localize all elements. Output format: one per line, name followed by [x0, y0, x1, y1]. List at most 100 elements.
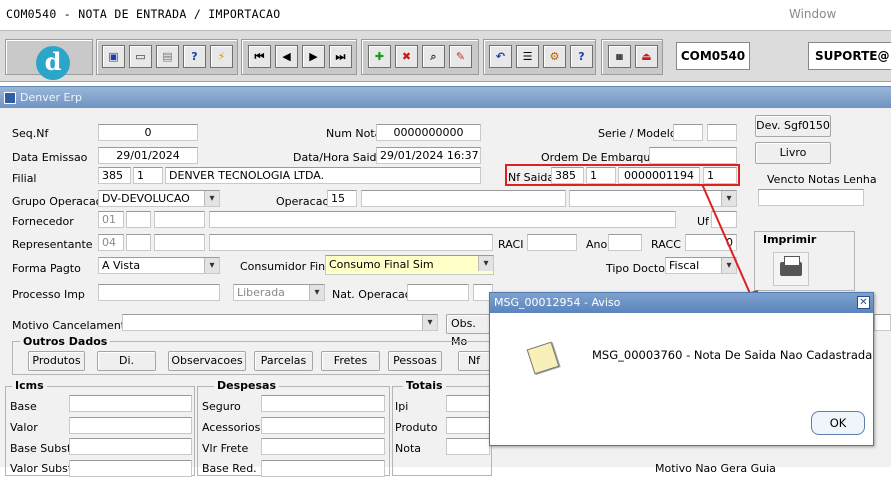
despesas-title: Despesas	[214, 379, 279, 392]
fornecedor-code-field[interactable]	[126, 211, 151, 228]
motivo-cancelamento-select[interactable]	[122, 314, 438, 331]
user-name: SUPORTE@	[808, 42, 891, 70]
obs-motivo-field[interactable]	[874, 314, 891, 331]
delete-record-icon[interactable]: ✖	[395, 45, 418, 68]
inner-window-title: Denver Erp	[20, 91, 82, 104]
representante-id-field[interactable]	[154, 234, 205, 251]
base-red-field[interactable]	[261, 460, 385, 477]
vencto-notas-lenha-field[interactable]	[758, 189, 864, 206]
icms-base-field[interactable]	[69, 395, 192, 412]
acessorios-field[interactable]	[261, 417, 385, 434]
clipboard-icon[interactable]: ☰	[516, 45, 539, 68]
help-icon[interactable]: ?	[570, 45, 593, 68]
ano-field[interactable]	[608, 234, 642, 251]
menu-icon[interactable]: ▦	[608, 45, 631, 68]
filial-name-field[interactable]: DENVER TECNOLOGIA LTDA.	[165, 167, 481, 184]
window-titlebar: COM0540 - NOTA DE ENTRADA / IMPORTACAO W…	[0, 0, 891, 30]
representante-type-field[interactable]: 04	[98, 234, 124, 251]
ordem-embarque-field[interactable]	[649, 147, 737, 164]
icms-base-label: Base	[10, 400, 37, 413]
produtos-button[interactable]: Produtos	[28, 351, 85, 371]
close-icon[interactable]: ✕	[857, 296, 870, 309]
operacao-code-field[interactable]: 15	[327, 190, 357, 207]
motivo-cancelamento-label: Motivo Cancelamento	[12, 319, 132, 332]
operacao-name-field[interactable]	[361, 190, 566, 207]
consumidor-final-select[interactable]: Consumo Final Sim	[325, 255, 494, 275]
num-nota-field[interactable]: 0000000000	[376, 124, 481, 141]
exit-icon[interactable]: ⏏	[635, 45, 658, 68]
icms-valor-field[interactable]	[69, 417, 192, 434]
last-record-icon[interactable]: ⏭	[329, 45, 352, 68]
fornecedor-name-field[interactable]	[209, 211, 676, 228]
icms-base-subst-field[interactable]	[69, 438, 192, 455]
observacoes-button[interactable]: Observacoes	[168, 351, 246, 371]
nota-field[interactable]	[446, 438, 490, 455]
execute-icon[interactable]: ⚡	[210, 45, 233, 68]
tipo-docto-label: Tipo Docto	[606, 262, 665, 275]
representante-name-field[interactable]	[209, 234, 493, 251]
filial-num-field[interactable]: 1	[133, 167, 163, 184]
icms-valor-subst-field[interactable]	[69, 460, 192, 477]
vlr-frete-field[interactable]	[261, 438, 385, 455]
produto-field[interactable]	[446, 417, 490, 434]
tools-icon[interactable]: ⚙	[543, 45, 566, 68]
processo-status-select[interactable]: Liberada	[233, 284, 325, 301]
dialog-title: MSG_00012954 - Aviso	[494, 296, 621, 309]
raci-label: RACI	[498, 238, 524, 251]
save-icon[interactable]: ▣	[102, 45, 125, 68]
processo-imp-field[interactable]	[98, 284, 220, 301]
ok-button[interactable]: OK	[811, 411, 865, 435]
ipi-field[interactable]	[446, 395, 490, 412]
parcelas-button[interactable]: Parcelas	[254, 351, 313, 371]
form-code: COM0540	[676, 42, 750, 70]
utility-tool-group: ↶ ☰ ⚙ ?	[483, 39, 596, 75]
fornecedor-label: Fornecedor	[12, 215, 74, 228]
filial-label: Filial	[12, 172, 37, 185]
data-emissao-label: Data Emissao	[12, 151, 88, 164]
dev-sgf0150-button[interactable]: Dev. Sgf0150	[755, 115, 831, 137]
vencto-notas-lenha-label: Vencto Notas Lenha	[767, 173, 877, 186]
query-icon[interactable]: ?	[183, 45, 206, 68]
outros-dados-title: Outros Dados	[20, 335, 111, 348]
serie-field[interactable]	[673, 124, 703, 141]
forma-pagto-select[interactable]: A Vista	[98, 257, 220, 274]
obs-motivo-button[interactable]: Obs. Mo	[446, 314, 490, 348]
racc-label: RACC	[651, 238, 681, 251]
data-emissao-field[interactable]: 29/01/2024	[98, 147, 198, 164]
edit-icon[interactable]: ✎	[449, 45, 472, 68]
num-nota-label: Num Nota	[326, 127, 382, 140]
filial-code-field[interactable]: 385	[98, 167, 131, 184]
data-hora-saida-field[interactable]: 29/01/2024 16:37:20	[376, 147, 481, 164]
search-icon[interactable]: ⌕	[422, 45, 445, 68]
seq-nf-field[interactable]: 0	[98, 124, 198, 141]
nat-operacao-code-field[interactable]	[407, 284, 469, 301]
app-logo: d	[36, 46, 70, 80]
grupo-operacao-select[interactable]: DV-DEVOLUCAO	[98, 190, 220, 207]
pessoas-button[interactable]: Pessoas	[388, 351, 442, 371]
undo-icon[interactable]: ↶	[489, 45, 512, 68]
seguro-field[interactable]	[261, 395, 385, 412]
printer-icon[interactable]	[773, 252, 809, 286]
next-record-icon[interactable]: ▶	[302, 45, 325, 68]
window-icon[interactable]: ▭	[129, 45, 152, 68]
modelo-field[interactable]	[707, 124, 737, 141]
first-record-icon[interactable]: ⏮	[248, 45, 271, 68]
window-menu[interactable]: Window	[789, 7, 836, 21]
fornecedor-id-field[interactable]	[154, 211, 205, 228]
livro-button[interactable]: Livro	[755, 142, 831, 164]
di-button[interactable]: Di.	[97, 351, 156, 371]
fornecedor-type-field[interactable]: 01	[98, 211, 124, 228]
add-record-icon[interactable]: ✚	[368, 45, 391, 68]
representante-code-field[interactable]	[126, 234, 151, 251]
icms-valor-subst-label: Valor Subst	[10, 462, 73, 475]
totais-title: Totais	[403, 379, 446, 392]
fretes-button[interactable]: Fretes	[321, 351, 380, 371]
previous-record-icon[interactable]: ◀	[275, 45, 298, 68]
print-icon[interactable]: ▤	[156, 45, 179, 68]
consumidor-final-label: Consumidor Final	[240, 260, 335, 273]
raci-field[interactable]	[527, 234, 577, 251]
icms-title: Icms	[12, 379, 47, 392]
nat-operacao-label: Nat. Operacao	[332, 288, 412, 301]
grupo-operacao-label: Grupo Operacao	[12, 195, 103, 208]
nf-button[interactable]: Nf	[458, 351, 490, 371]
